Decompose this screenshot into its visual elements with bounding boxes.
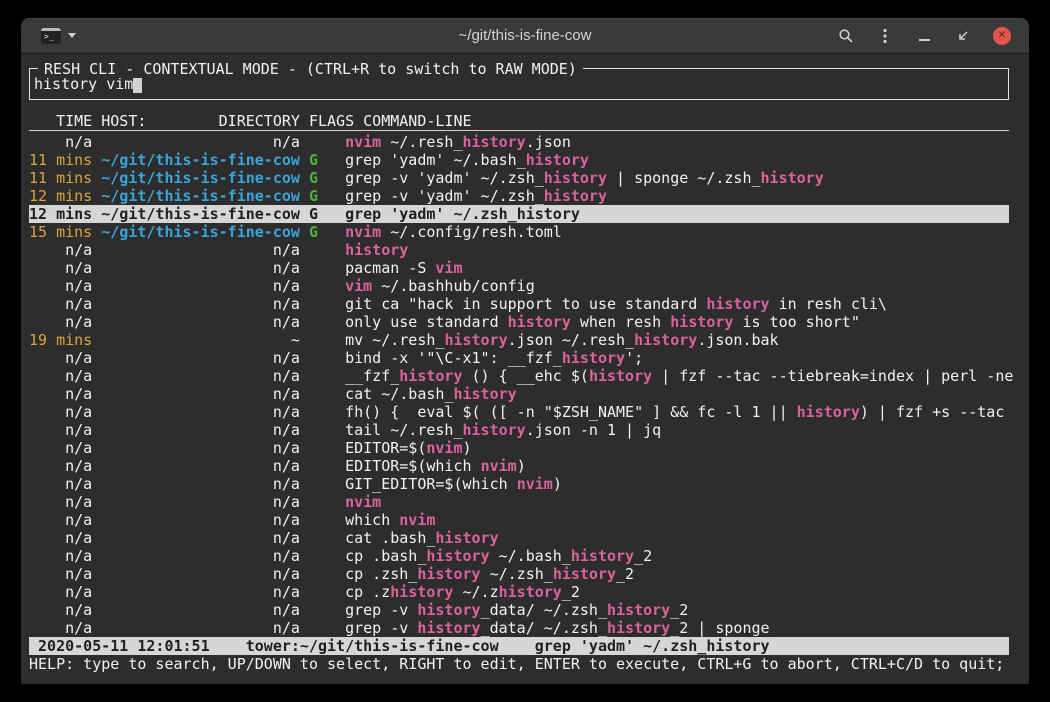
history-row[interactable]: n/a n/a cat ~/.bash_history	[29, 385, 1009, 403]
history-row[interactable]: n/a n/a cp .zsh_history ~/.zsh_history_2	[29, 565, 1009, 583]
terminal-window: >_ ~/git/this-is-fine-cow	[21, 18, 1029, 684]
resh-search-box: RESH CLI - CONTEXTUAL MODE - (CTRL+R to …	[29, 68, 1009, 100]
history-row[interactable]: n/a n/a grep -v history_data/ ~/.zsh_his…	[29, 601, 1009, 619]
close-button[interactable]: ✕	[993, 27, 1011, 45]
status-datetime: 2020-05-11 12:01:51	[38, 637, 210, 655]
history-row[interactable]: n/a n/a nvim	[29, 493, 1009, 511]
history-row[interactable]: n/a n/a __fzf_history () { __ehc $(histo…	[29, 367, 1009, 385]
table-header: TIME HOST: DIRECTORY FLAGS COMMAND-LINE	[29, 112, 1009, 131]
history-row-selected[interactable]: 12 mins ~/git/this-is-fine-cow G grep 'y…	[29, 205, 1009, 223]
restore-icon	[955, 28, 971, 44]
history-row[interactable]: n/a n/a fh() { eval $( ([ -n "$ZSH_NAME"…	[29, 403, 1009, 421]
history-row[interactable]: n/a n/a EDITOR=$(nvim)	[29, 439, 1009, 457]
status-bar: 2020-05-11 12:01:51 tower:~/git/this-is-…	[29, 637, 1009, 655]
close-icon: ✕	[998, 31, 1006, 41]
history-row[interactable]: n/a n/a GIT_EDITOR=$(which nvim)	[29, 475, 1009, 493]
minimize-button[interactable]	[915, 27, 933, 45]
history-row[interactable]: 12 mins ~/git/this-is-fine-cow G grep -v…	[29, 187, 1009, 205]
minimize-icon	[919, 39, 930, 41]
terminal-content: RESH CLI - CONTEXTUAL MODE - (CTRL+R to …	[21, 54, 1029, 684]
history-row[interactable]: n/a n/a cp .zhistory ~/.zhistory_2	[29, 583, 1009, 601]
history-row[interactable]: n/a n/a history	[29, 241, 1009, 259]
history-row[interactable]: 11 mins ~/git/this-is-fine-cow G grep 'y…	[29, 151, 1009, 169]
history-row[interactable]: n/a n/a vim ~/.bashhub/config	[29, 277, 1009, 295]
history-row[interactable]: n/a n/a which nvim	[29, 511, 1009, 529]
history-list: n/a n/a nvim ~/.resh_history.json11 mins…	[29, 133, 1009, 637]
restore-button[interactable]	[954, 27, 972, 45]
history-row[interactable]: n/a n/a cat .bash_history	[29, 529, 1009, 547]
history-row[interactable]: n/a n/a git ca "hack in support to use s…	[29, 295, 1009, 313]
history-row[interactable]: 19 mins ~ mv ~/.resh_history.json ~/.res…	[29, 331, 1009, 349]
history-row[interactable]: n/a n/a nvim ~/.resh_history.json	[29, 133, 1009, 151]
search-icon[interactable]	[837, 27, 855, 45]
history-row[interactable]: n/a n/a tail ~/.resh_history.json -n 1 |…	[29, 421, 1009, 439]
resh-mode-title: RESH CLI - CONTEXTUAL MODE - (CTRL+R to …	[38, 60, 583, 78]
help-line: HELP: type to search, UP/DOWN to select,…	[29, 655, 1009, 673]
status-command: grep 'yadm' ~/.zsh_history	[535, 637, 770, 655]
history-row[interactable]: 15 mins ~/git/this-is-fine-cow G nvim ~/…	[29, 223, 1009, 241]
history-row[interactable]: n/a n/a cp .bash_history ~/.bash_history…	[29, 547, 1009, 565]
titlebar: >_ ~/git/this-is-fine-cow	[21, 18, 1029, 54]
history-row[interactable]: n/a n/a pacman -S vim	[29, 259, 1009, 277]
history-row[interactable]: n/a n/a bind -x '"\C-x1": __fzf_history'…	[29, 349, 1009, 367]
status-location: tower:~/git/this-is-fine-cow	[246, 637, 499, 655]
history-row[interactable]: n/a n/a only use standard history when r…	[29, 313, 1009, 331]
text-cursor	[133, 78, 142, 93]
history-row[interactable]: 11 mins ~/git/this-is-fine-cow G grep -v…	[29, 169, 1009, 187]
history-row[interactable]: n/a n/a EDITOR=$(which nvim)	[29, 457, 1009, 475]
history-row[interactable]: n/a n/a grep -v history_data/ ~/.zsh_his…	[29, 619, 1009, 637]
menu-kebab-icon[interactable]	[876, 27, 894, 45]
